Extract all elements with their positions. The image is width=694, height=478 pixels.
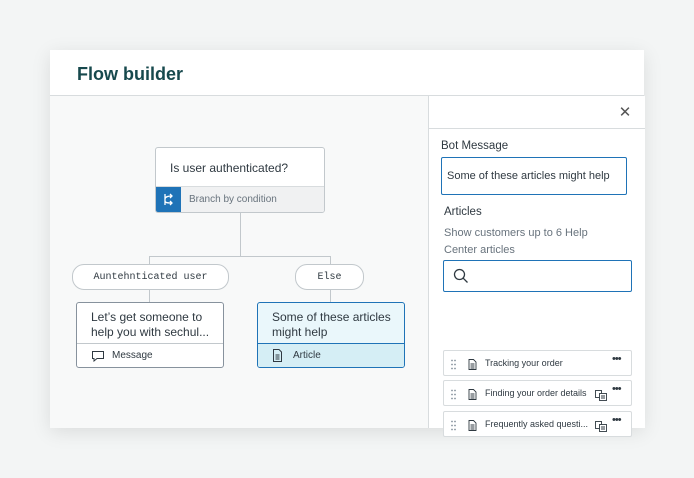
page-title: Flow builder [77, 64, 183, 84]
article-card-line: Some of these articles [272, 310, 391, 324]
article-card[interactable]: Some of these articles might help Articl… [257, 302, 405, 368]
drag-handle-icon[interactable] [451, 357, 456, 375]
article-title: Tracking your order [485, 358, 563, 368]
flow-builder-window: Flow builder Is user authenticated? Bran… [50, 50, 645, 437]
message-card-line: Let’s get someone to [91, 310, 203, 324]
branch-icon [156, 187, 181, 212]
articles-help-line: Center articles [444, 244, 515, 256]
more-options-icon[interactable]: ••• [612, 383, 622, 395]
document-icon [468, 387, 477, 405]
more-options-icon[interactable]: ••• [612, 353, 622, 365]
article-card-line: might help [272, 325, 328, 339]
article-card-text: Some of these articles might help [272, 310, 391, 340]
message-card-footer-label: Message [112, 350, 153, 361]
bot-message-label: Bot Message [441, 140, 509, 152]
articles-help-text: Show customers up to 6 Help Center artic… [444, 225, 624, 259]
branch-pill-authenticated[interactable]: Auntehnticated user [72, 264, 229, 290]
article-search-input[interactable] [443, 260, 632, 292]
article-card-footer: Article [258, 343, 404, 367]
translation-copy-icon[interactable] [595, 388, 607, 406]
translation-copy-icon[interactable] [595, 419, 607, 437]
article-title: Frequently asked questi... [485, 419, 589, 429]
bot-message-field[interactable]: Some of these articles might help [441, 157, 627, 195]
message-card[interactable]: Let’s get someone to help you with sechu… [76, 302, 224, 368]
articles-label: Articles [444, 206, 482, 218]
article-list-item[interactable]: Tracking your order ••• [443, 350, 632, 376]
document-icon [468, 357, 477, 375]
condition-question: Is user authenticated? [170, 161, 289, 175]
properties-panel: ✕ Bot Message Some of these articles mig… [428, 96, 645, 437]
article-list-item[interactable]: Frequently asked questi... ••• [443, 411, 632, 437]
article-list-item[interactable]: Finding your order details ••• [443, 380, 632, 406]
drag-handle-icon[interactable] [451, 387, 456, 405]
article-title: Finding your order details [485, 388, 587, 398]
header: Flow builder [50, 50, 644, 96]
connector-line [330, 290, 331, 302]
more-options-icon[interactable]: ••• [612, 414, 622, 426]
articles-help-line: Show customers up to 6 Help [444, 227, 588, 239]
search-icon [453, 268, 469, 289]
message-card-text: Let’s get someone to help you with sechu… [91, 310, 209, 340]
document-icon [272, 349, 283, 367]
close-icon[interactable]: ✕ [618, 105, 632, 120]
branch-pill-else[interactable]: Else [295, 264, 364, 290]
condition-footer: Branch by condition [156, 186, 324, 212]
flow-canvas[interactable]: Is user authenticated? Branch by conditi… [50, 96, 428, 428]
condition-node[interactable]: Is user authenticated? Branch by conditi… [155, 147, 325, 213]
chat-bubble-icon [91, 349, 105, 367]
panel-divider [429, 128, 645, 129]
message-card-footer: Message [77, 343, 223, 367]
connector-line [149, 290, 150, 302]
document-icon [468, 418, 477, 436]
message-card-line: help you with sechul... [91, 325, 210, 339]
connector-line [149, 256, 331, 257]
drag-handle-icon[interactable] [451, 418, 456, 436]
condition-footer-label: Branch by condition [189, 194, 277, 205]
connector-line [240, 212, 241, 256]
article-card-footer-label: Article [293, 350, 321, 361]
